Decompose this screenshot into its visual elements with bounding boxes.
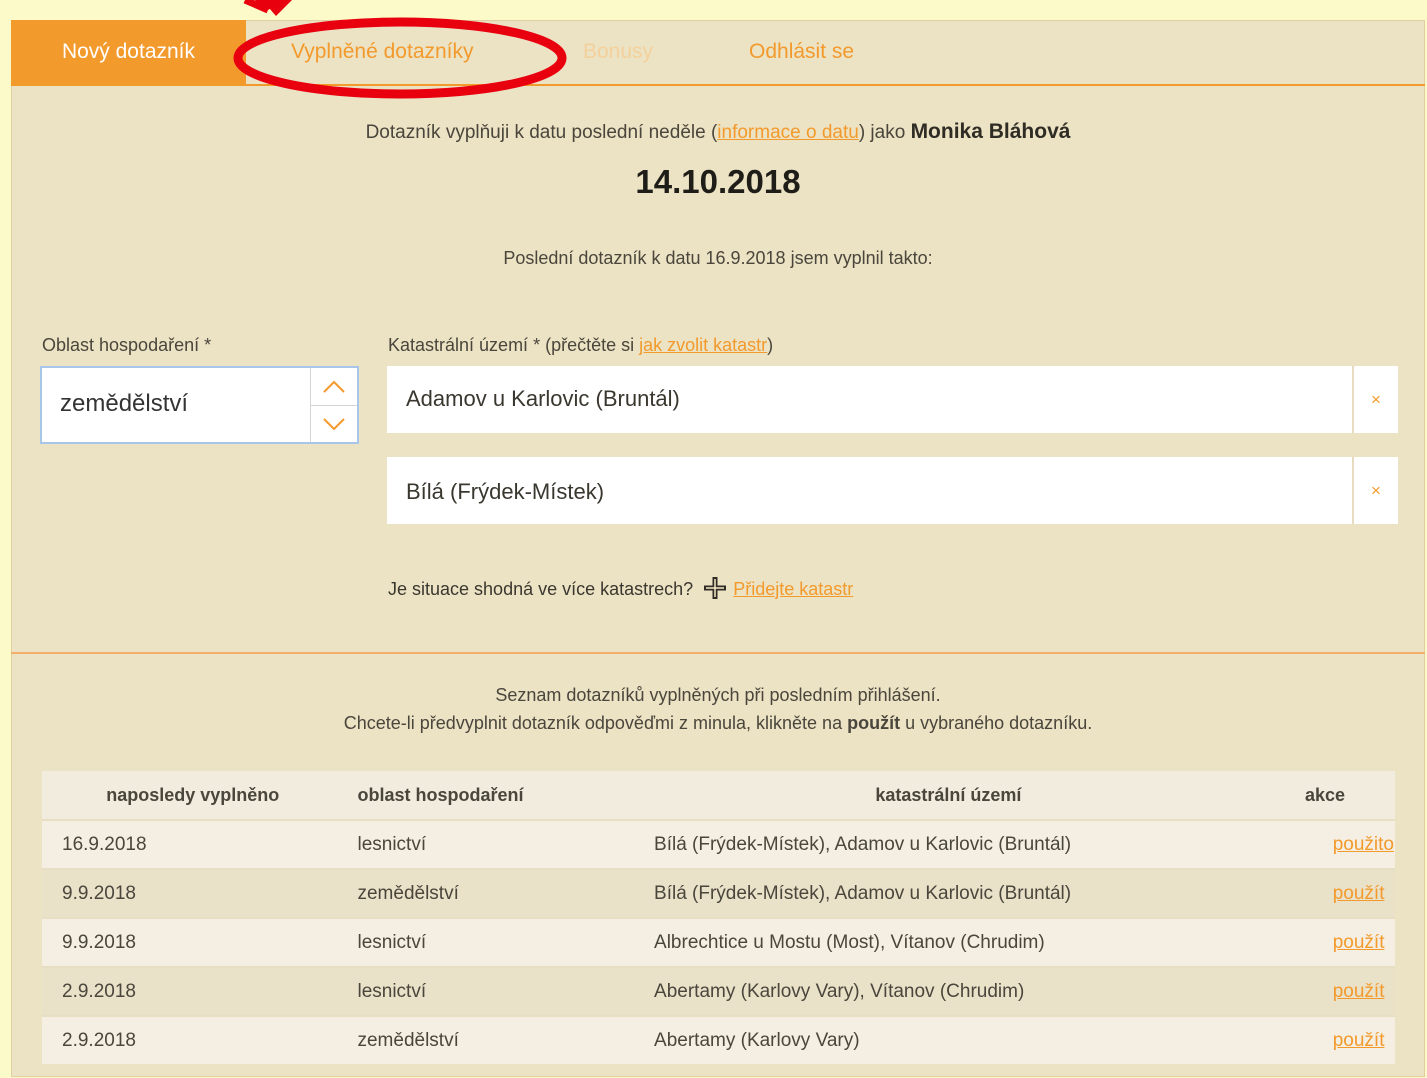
oblast-label: Oblast hospodaření * [42, 335, 212, 355]
add-katastr-question: Je situace shodná ve více katastrech? [388, 579, 694, 599]
oblast-spinner [310, 368, 357, 442]
row-action-cell: použít [1258, 868, 1395, 918]
row-katastr: Albrechtice u Mostu (Most), Vítanov (Chr… [638, 917, 1259, 967]
tab-logout[interactable]: Odhlásit se [749, 20, 854, 84]
last-questionnaire-note: Poslední dotazník k datu 16.9.2018 jsem … [503, 248, 933, 268]
list-intro-text-after: u vybraného dotazníku. [900, 713, 1093, 733]
plus-icon[interactable] [702, 575, 728, 601]
tab-new-questionnaire[interactable]: Nový dotazník [11, 20, 246, 84]
row-action-cell: použít [1258, 917, 1395, 967]
use-link[interactable]: použít [1333, 981, 1385, 1002]
tab-bonuses[interactable]: Bonusy [583, 20, 653, 84]
table-row: 2.9.2018 zemědělství Abertamy (Karlovy V… [42, 1015, 1395, 1064]
header-date: naposledy vyplněno [42, 771, 344, 820]
questionnaires-table: naposledy vyplněno oblast hospodaření ka… [42, 771, 1395, 1064]
section-divider [11, 652, 1425, 654]
table-row: 16.9.2018 lesnictví Bílá (Frýdek-Místek)… [42, 819, 1395, 869]
table-row: 2.9.2018 lesnictví Abertamy (Karlovy Var… [42, 966, 1395, 1016]
katastr-item-value: Adamov u Karlovic (Bruntál) [406, 386, 680, 411]
table-row: 9.9.2018 lesnictví Albrechtice u Mostu (… [42, 917, 1395, 967]
use-link[interactable]: použít [1333, 932, 1385, 953]
row-katastr: Bílá (Frýdek-Místek), Adamov u Karlovic … [638, 819, 1259, 869]
remove-katastr-button[interactable]: × [1352, 366, 1398, 433]
row-date: 2.9.2018 [42, 1015, 344, 1064]
use-link[interactable]: použito [1333, 834, 1394, 855]
add-katastr-link[interactable]: Přidejte katastr [733, 579, 853, 599]
katastr-item-1[interactable]: Adamov u Karlovic (Bruntál) × [387, 366, 1398, 433]
row-action-cell: použito [1258, 819, 1395, 869]
row-area: zemědělství [343, 868, 639, 918]
list-intro-text: Chcete-li předvyplnit dotazník odpověďmi… [343, 713, 848, 733]
row-katastr: Abertamy (Karlovy Vary), Vítanov (Chrudi… [638, 966, 1259, 1016]
row-area: lesnictví [343, 917, 639, 967]
row-date: 9.9.2018 [42, 917, 344, 967]
katastr-item-2[interactable]: Bílá (Frýdek-Místek) × [387, 457, 1398, 524]
tab-filled-questionnaires[interactable]: Vyplněné dotazníky [291, 20, 474, 84]
chevron-up-icon[interactable] [311, 368, 357, 406]
katastr-label: Katastrální území * (přečtěte si jak zvo… [388, 335, 773, 356]
chevron-down-icon[interactable] [311, 406, 357, 443]
add-katastr-row: Je situace shodná ve více katastrech? Př… [388, 575, 853, 601]
row-area: lesnictví [343, 819, 639, 869]
choose-katastr-link[interactable]: jak zvolit katastr [639, 335, 767, 355]
use-link[interactable]: použít [1333, 1030, 1385, 1051]
row-date: 2.9.2018 [42, 966, 344, 1016]
katastr-label-text: Katastrální území * (přečtěte si [388, 335, 640, 355]
row-area: lesnictví [343, 966, 639, 1016]
row-katastr: Bílá (Frýdek-Místek), Adamov u Karlovic … [638, 868, 1259, 918]
table-row: 9.9.2018 zemědělství Bílá (Frýdek-Místek… [42, 868, 1395, 918]
questionnaire-date: 14.10.2018 [635, 163, 801, 200]
date-info-link[interactable]: informace o datu [717, 122, 859, 143]
row-katastr: Abertamy (Karlovy Vary) [638, 1015, 1259, 1064]
remove-katastr-button[interactable]: × [1352, 457, 1398, 524]
oblast-value: zemědělství [60, 390, 189, 417]
intro-line: Dotazník vyplňuji k datu poslední neděle… [11, 120, 1425, 144]
row-action-cell: použít [1258, 1015, 1395, 1064]
row-date: 16.9.2018 [42, 819, 344, 869]
list-intro-line1: Seznam dotazníků vyplněných při poslední… [495, 685, 941, 705]
row-date: 9.9.2018 [42, 868, 344, 918]
list-intro-line2: Chcete-li předvyplnit dotazník odpověďmi… [11, 713, 1425, 734]
use-link[interactable]: použít [1333, 883, 1385, 904]
oblast-select[interactable]: zemědělství [40, 366, 359, 444]
intro-text: Dotazník vyplňuji k datu poslední neděle… [365, 122, 718, 143]
katastr-label-close: ) [767, 335, 774, 355]
row-action-cell: použít [1258, 966, 1395, 1016]
list-intro-bold: použít [847, 713, 901, 733]
table-header-row: naposledy vyplněno oblast hospodaření ka… [42, 771, 1395, 820]
annotation-arrow-icon [243, 0, 292, 16]
tab-bar: Nový dotazník Vyplněné dotazníky Bonusy … [11, 20, 1425, 86]
user-name: Monika Bláhová [910, 120, 1071, 143]
header-katastr: katastrální území [638, 771, 1259, 820]
katastr-item-value: Bílá (Frýdek-Místek) [406, 479, 605, 504]
header-action: akce [1258, 771, 1395, 820]
header-area: oblast hospodaření [343, 771, 639, 820]
row-area: zemědělství [343, 1015, 639, 1064]
intro-text-after: ) jako [858, 122, 906, 143]
